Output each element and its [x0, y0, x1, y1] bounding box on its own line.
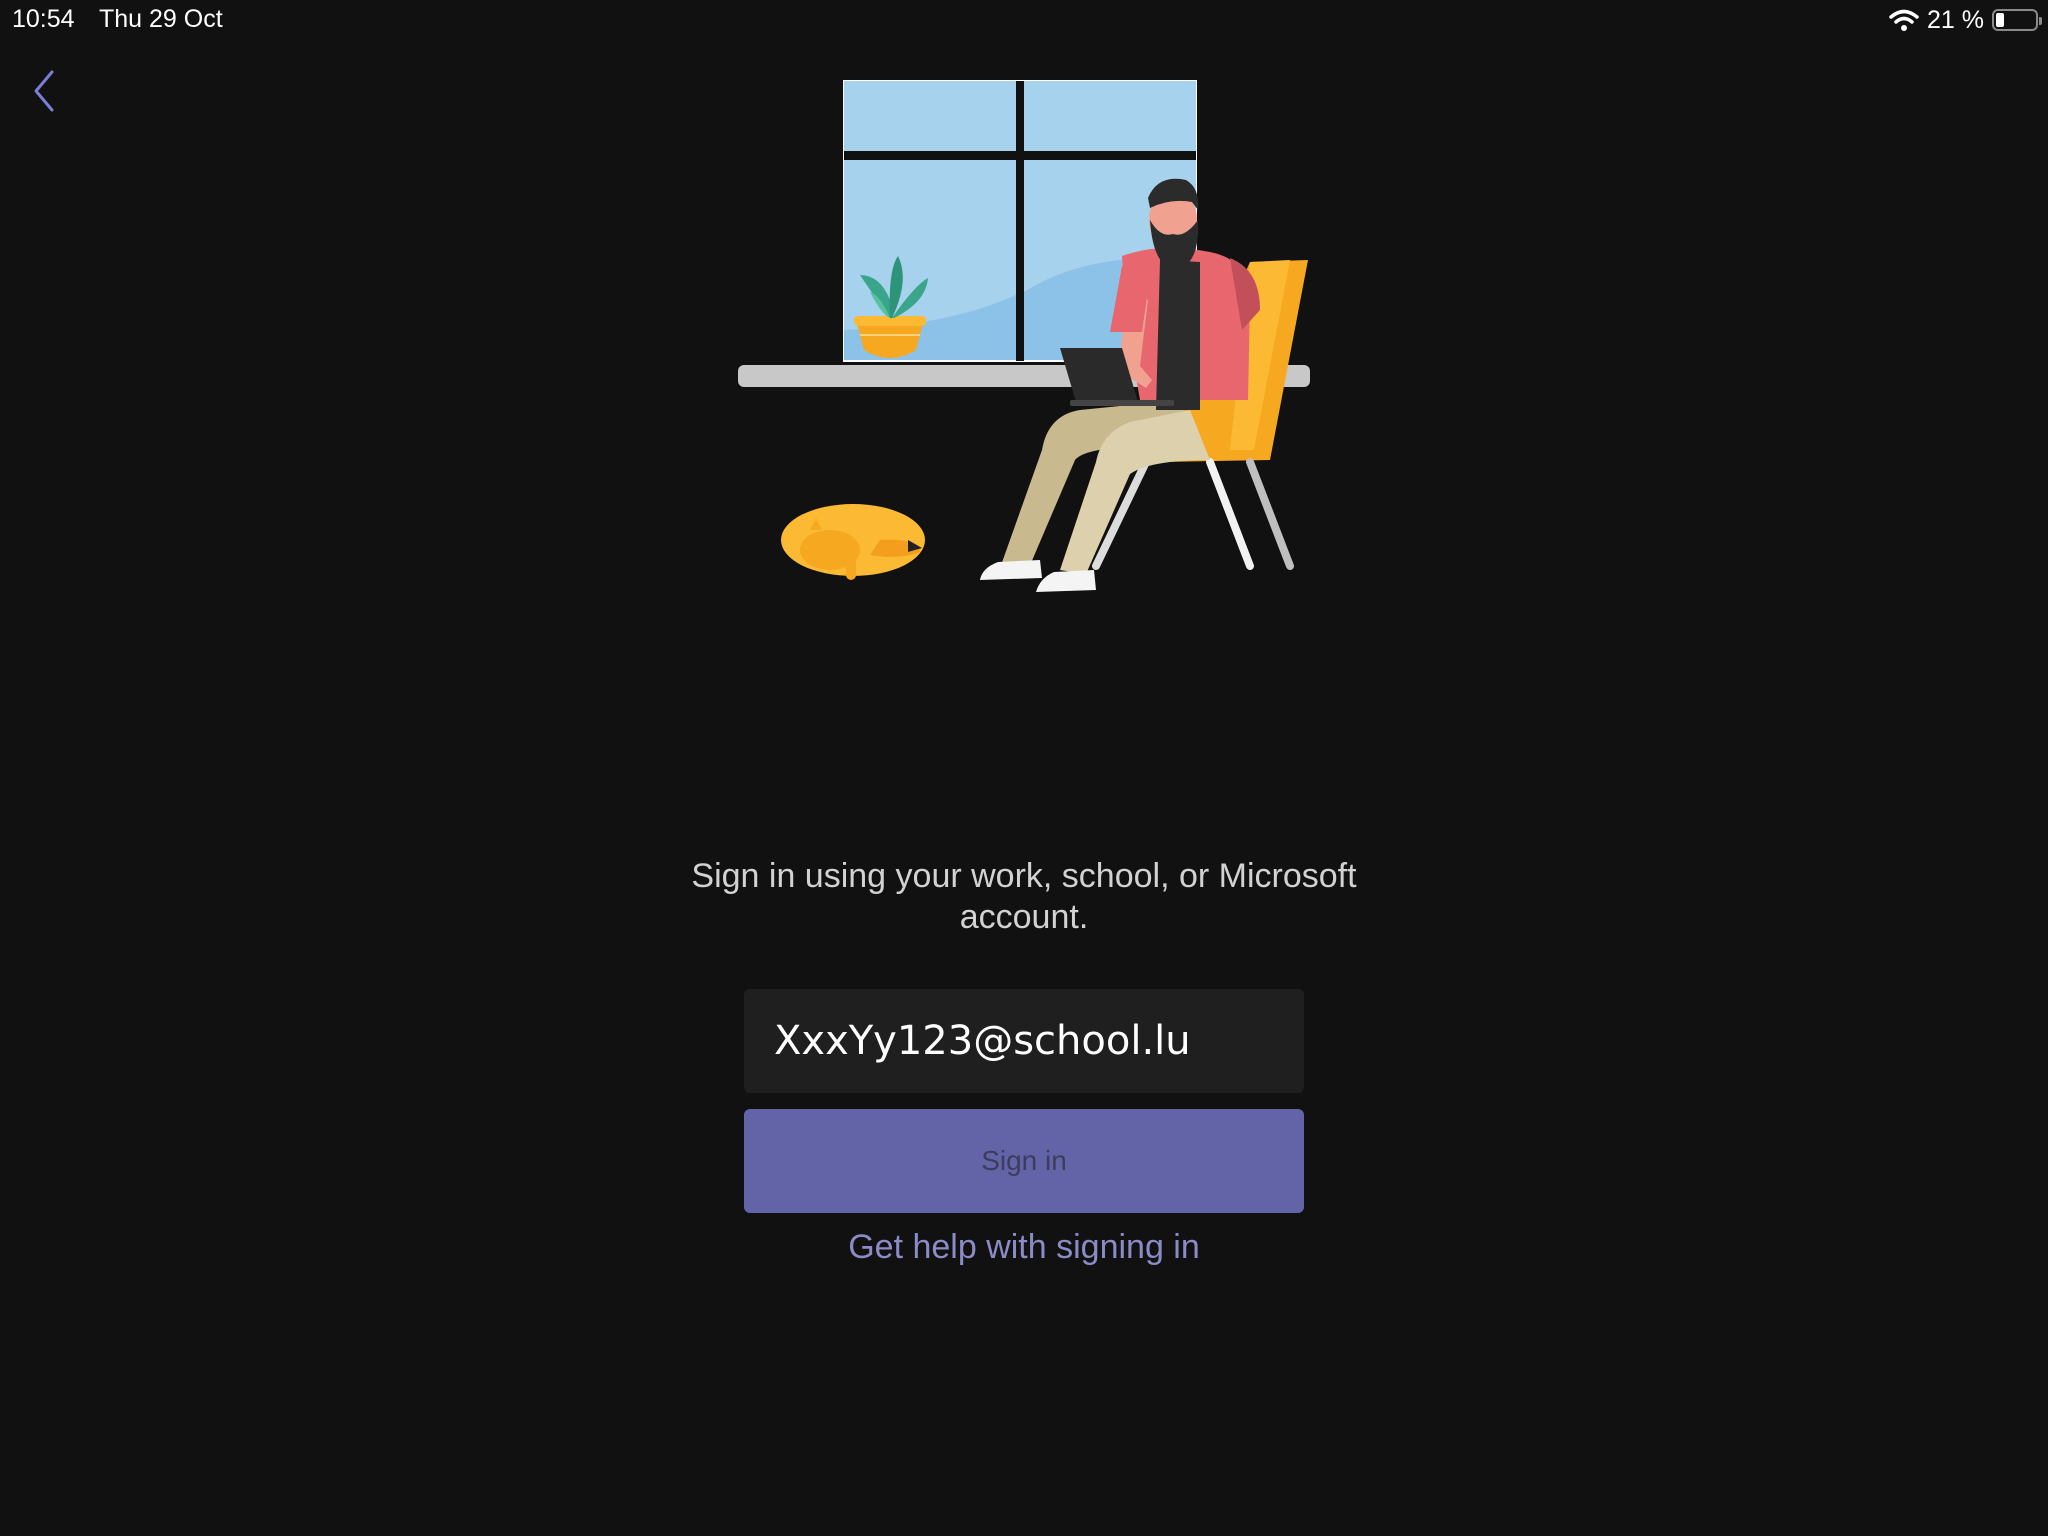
cat-illustration [781, 504, 925, 580]
battery-cap [2039, 17, 2042, 25]
sign-in-button[interactable]: Sign in [744, 1109, 1304, 1213]
status-time: 10:54 [12, 5, 75, 33]
status-bar: 10:54 Thu 29 Oct 21 % [0, 0, 2048, 40]
back-button[interactable] [24, 66, 64, 116]
person-working-illustration [738, 80, 1310, 592]
chevron-left-icon [34, 70, 54, 112]
sign-in-label: Sign in [981, 1145, 1067, 1176]
email-value: XxxYy123@school.lu [774, 1018, 1191, 1064]
help-signing-in-link[interactable]: Get help with signing in [744, 1228, 1304, 1267]
wifi-icon [1889, 9, 1919, 31]
email-field[interactable]: XxxYy123@school.lu [744, 989, 1304, 1093]
battery-percentage: 21 % [1927, 5, 1984, 34]
battery-fill [1996, 13, 2004, 27]
status-date: Thu 29 Oct [99, 5, 223, 33]
status-indicators: 21 % [1889, 5, 2042, 35]
battery-icon [1992, 9, 2042, 31]
signin-prompt: Sign in using your work, school, or Micr… [691, 857, 1357, 936]
